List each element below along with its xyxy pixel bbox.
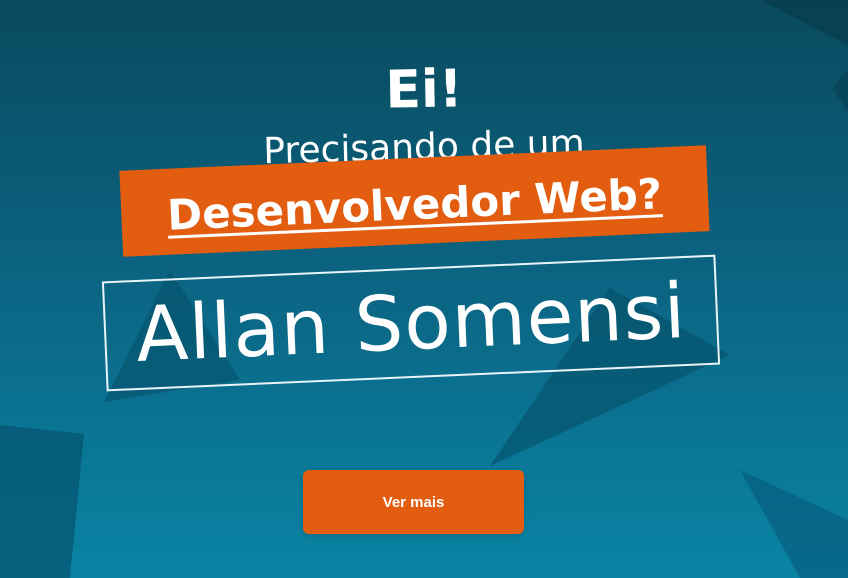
- see-more-button[interactable]: Ver mais: [303, 470, 524, 534]
- developer-name: Allan Somensi: [134, 266, 688, 379]
- hero-section: Ei! Precisando de um Desenvolvedor Web? …: [0, 0, 848, 578]
- name-frame: Allan Somensi: [101, 254, 721, 392]
